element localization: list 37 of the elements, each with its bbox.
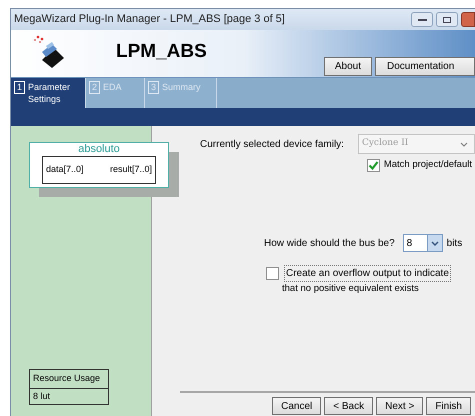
checkbox[interactable] bbox=[366, 158, 380, 172]
overflow-note: that no positive equivalent exists bbox=[282, 282, 420, 296]
window-title: MegaWizard Plug-In Manager - LPM_ABS [page 3 of 5] bbox=[14, 12, 285, 28]
input-port-label: data[7..0] bbox=[46, 163, 84, 176]
chevron-icon bbox=[460, 142, 468, 146]
check-icon bbox=[368, 160, 379, 171]
output-port-label: result[7..0] bbox=[110, 163, 152, 176]
tab-number: 3 bbox=[148, 81, 160, 94]
device-family-value: Cyclone II bbox=[362, 137, 408, 150]
minimize-button[interactable] bbox=[411, 12, 433, 27]
symbol-name: absoluto bbox=[78, 143, 120, 156]
header-button[interactable]: Documentation bbox=[375, 57, 475, 76]
dropdown-button[interactable] bbox=[426, 235, 442, 252]
overflow-checkbox-label: Create an overflow output to indicate bbox=[284, 265, 451, 282]
tab-label: EDA bbox=[103, 81, 122, 93]
match-project-label: Match project/default bbox=[384, 158, 472, 172]
bus-width-dropdown[interactable]: 8 bbox=[402, 234, 443, 252]
tab-number: 2 bbox=[89, 81, 100, 94]
component-title: LPM_ABS bbox=[116, 40, 207, 64]
resource-usage-title: Resource Usage bbox=[30, 370, 108, 388]
bus-width-unit: bits bbox=[446, 236, 462, 251]
wizard-button[interactable]: < Back bbox=[324, 397, 374, 415]
tab-label: Summary bbox=[162, 81, 201, 93]
chevron-icon bbox=[430, 240, 439, 246]
tab-label: Parameter Settings bbox=[28, 81, 72, 105]
header-button[interactable]: About bbox=[324, 57, 372, 76]
wizard-button[interactable]: Finish bbox=[426, 397, 471, 415]
wizard-tab[interactable]: 1 Parameter Settings bbox=[11, 78, 86, 108]
wizard-button[interactable]: Next > bbox=[376, 397, 424, 415]
bus-width-label: How wide should the bus be? bbox=[264, 236, 395, 251]
maximize-button[interactable] bbox=[436, 12, 458, 27]
bus-width-value: 8 bbox=[406, 236, 412, 251]
tab-number: 1 bbox=[14, 81, 26, 94]
wizard-button[interactable]: Cancel bbox=[272, 397, 322, 415]
resource-usage-value: 8 lut bbox=[32, 390, 52, 402]
device-family-label: Currently selected device family: bbox=[200, 138, 344, 152]
checkbox[interactable] bbox=[266, 267, 279, 280]
